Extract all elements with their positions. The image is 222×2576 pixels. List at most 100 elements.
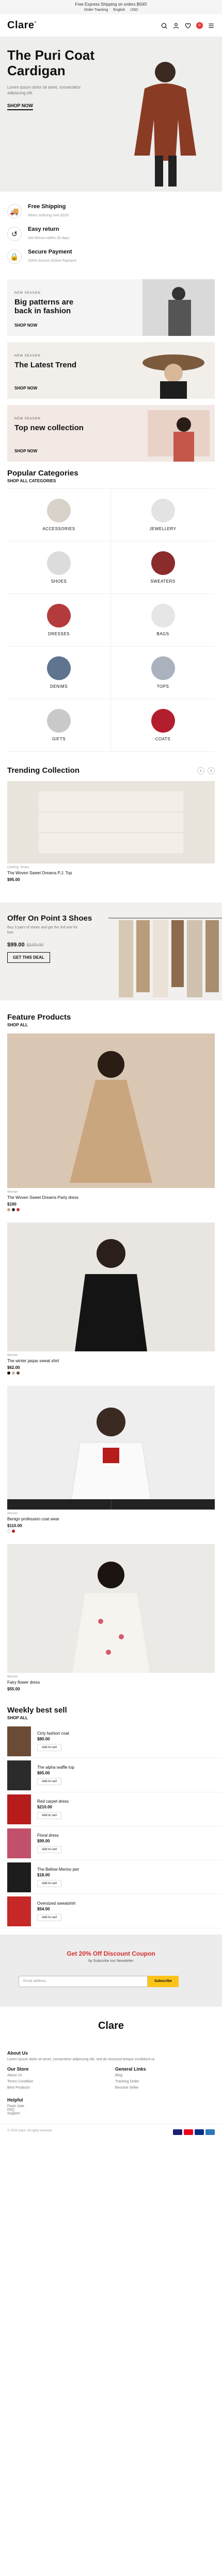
footer-link[interactable]: Blog — [115, 2074, 122, 2077]
footer-link[interactable]: Flash Sale — [7, 2105, 24, 2108]
product-name[interactable]: Benign profession coat wear — [7, 1516, 215, 1522]
category-bags[interactable]: BAGS — [111, 594, 215, 647]
product-quick-actions — [7, 1499, 215, 1510]
bestsell-item[interactable]: Red carpet dress $210.00 Add to cart — [0, 1792, 222, 1826]
footer-link[interactable]: Tracking Order — [115, 2080, 139, 2083]
announcement-text: Free Express Shipping on orders $500! — [75, 2, 147, 7]
footer-link[interactable]: Become Seller — [115, 2086, 139, 2090]
product-name[interactable]: The winter jasjas sweat shirt — [7, 1358, 215, 1364]
product-price: $54.00 — [37, 1907, 50, 1911]
product-name[interactable]: The Woven Sweet Dreams Party dress — [7, 1195, 215, 1200]
banner-tag: NEW SEASON — [14, 417, 41, 420]
product-image — [7, 781, 215, 863]
product-name[interactable]: The Woven Sweet Dreams P.J. Top — [7, 870, 215, 876]
category-dresses[interactable]: DRESSES — [7, 594, 111, 647]
banner-shop-now-link[interactable]: SHOP NOW — [14, 323, 37, 328]
product-name[interactable]: Cirty fashion coat — [37, 1731, 69, 1736]
footer-link[interactable]: Terms Condition — [7, 2080, 34, 2083]
promo-banner-collection[interactable]: NEW SEASON Top new collection SHOP NOW — [7, 405, 215, 462]
promo-banner-patterns[interactable]: NEW SEASON Big patterns are back in fash… — [7, 279, 215, 336]
color-swatches[interactable] — [7, 1530, 215, 1533]
newsletter-email-input[interactable]: Email address — [19, 1976, 148, 1987]
category-denims[interactable]: DENIMS — [7, 647, 111, 699]
bestsell-item[interactable]: The alpha waffle top $65.00 Add to cart — [0, 1758, 222, 1792]
feature-subtitle: 100% Secure Online Payment — [28, 259, 76, 263]
featured-product-card[interactable]: Women The winter jasjas sweat shirt $62.… — [0, 1223, 222, 1375]
subscribe-button[interactable]: Subscribe — [148, 1976, 179, 1987]
menu-icon[interactable] — [208, 22, 215, 29]
banner-shop-now-link[interactable]: SHOP NOW — [14, 449, 37, 453]
currency-selector[interactable]: USD — [130, 8, 138, 12]
add-to-cart-button[interactable]: Add to cart — [37, 1744, 62, 1751]
cart-count-badge[interactable]: 0 — [196, 22, 203, 29]
next-arrow-icon[interactable]: › — [208, 767, 215, 774]
product-category: Women — [7, 1354, 18, 1357]
visa-icon — [173, 2129, 182, 2135]
bestsell-item[interactable]: The Bellow Merino pwr $18.00 Add to cart — [0, 1860, 222, 1894]
language-selector[interactable]: English — [113, 8, 125, 12]
bestsell-item[interactable]: Floral dress $99.00 Add to cart — [0, 1826, 222, 1860]
product-name[interactable]: Red carpet dress — [37, 1799, 69, 1804]
category-jewellery[interactable]: JEWELLERY — [111, 489, 215, 541]
feature-list: 🚚 Free Shipping When ordering over $100 ↺… — [0, 192, 222, 273]
get-deal-button[interactable]: GET THIS DEAL — [7, 952, 50, 963]
category-sweaters[interactable]: SWEATERS — [111, 541, 215, 594]
bestsell-item[interactable]: Cirty fashion coat $80.00 Add to cart — [0, 1724, 222, 1758]
banner-title: Top new collection — [14, 423, 84, 432]
hero-title: The Puri Coat Cardigan — [7, 47, 95, 78]
featured-shop-all-link[interactable]: SHOP ALL — [0, 1022, 222, 1027]
banner-tag: NEW SEASON — [14, 354, 41, 358]
prev-arrow-icon[interactable]: ‹ — [197, 767, 204, 774]
trending-product-card[interactable]: Clothing, Shoes The Woven Sweet Dreams P… — [0, 781, 222, 882]
newsletter-subtitle: by Subscribe our Newsletter — [88, 1959, 134, 1963]
footer-link[interactable]: Best Products — [7, 2086, 30, 2090]
order-tracking-link[interactable]: Order Tracking — [84, 8, 108, 12]
banner-shop-now-link[interactable]: SHOP NOW — [14, 386, 37, 391]
footer-logo[interactable]: Clare — [0, 2007, 222, 2045]
hero-shop-now-button[interactable]: SHOP NOW — [7, 103, 33, 110]
banner-tag: NEW SEASON — [14, 292, 41, 295]
category-gifts[interactable]: GIFTS — [7, 699, 111, 752]
site-logo[interactable]: Clare° — [7, 20, 37, 31]
heart-icon[interactable] — [184, 22, 192, 29]
featured-product-card[interactable]: Women Benign profession coat wear $110.0… — [0, 1386, 222, 1533]
footer-link[interactable]: About Us — [7, 2074, 22, 2077]
product-name[interactable]: The alpha waffle top — [37, 1765, 74, 1770]
color-swatches[interactable] — [7, 1371, 215, 1375]
color-swatches[interactable] — [7, 1208, 215, 1211]
category-coats[interactable]: COATS — [111, 699, 215, 752]
product-name[interactable]: Floral dress — [37, 1833, 61, 1838]
add-to-cart-button[interactable]: Add to cart — [37, 1914, 62, 1921]
featured-product-card[interactable]: Women Fairy flower dress $55.00 — [0, 1544, 222, 1691]
quick-view-icon[interactable] — [7, 1499, 112, 1510]
product-name[interactable]: Fairy flower dress — [7, 1680, 215, 1685]
footer-link[interactable]: Support — [7, 2112, 20, 2115]
bestsell-shop-all-link[interactable]: SHOP ALL — [0, 1715, 222, 1720]
product-category: Women — [7, 1512, 18, 1515]
category-image — [151, 499, 175, 522]
shop-all-categories-link[interactable]: SHOP ALL CATEGORIES — [0, 478, 222, 483]
footer-col-title: Our Store — [7, 2066, 29, 2072]
bestsell-item[interactable]: Oversized sweatshirt $54.00 Add to cart — [0, 1894, 222, 1928]
category-accessories[interactable]: ACCESSORIES — [7, 489, 111, 541]
promo-banner-trend[interactable]: NEW SEASON The Latest Trend SHOP NOW — [7, 342, 215, 399]
add-to-cart-button[interactable]: Add to cart — [37, 1846, 62, 1853]
shoe-offer-section: Offer On Point 3 Shoes Buy 3 pairs of sh… — [0, 903, 222, 1001]
product-name[interactable]: Oversized sweatshirt — [37, 1901, 75, 1906]
add-to-cart-icon[interactable] — [112, 1499, 215, 1510]
add-to-cart-button[interactable]: Add to cart — [37, 1880, 62, 1887]
category-tops[interactable]: TOPS — [111, 647, 215, 699]
hero-description: Lorem ipsum dolor sit amet, consectetur … — [7, 85, 81, 95]
offer-price: $99.00 $109.00 — [7, 942, 44, 948]
add-to-cart-button[interactable]: Add to cart — [37, 1778, 62, 1785]
footer-link[interactable]: FAQ — [7, 2108, 14, 2112]
user-icon[interactable] — [172, 22, 180, 29]
offer-description: Buy 3 pairs of shoes and get the 3rd one… — [7, 926, 78, 935]
category-shoes[interactable]: SHOES — [7, 541, 111, 594]
product-name[interactable]: The Bellow Merino pwr — [37, 1867, 79, 1872]
category-image — [151, 709, 175, 733]
featured-product-card[interactable]: Women The Woven Sweet Dreams Party dress… — [0, 1033, 222, 1211]
add-to-cart-button[interactable]: Add to cart — [37, 1812, 62, 1819]
product-image — [7, 1760, 31, 1790]
search-icon[interactable] — [161, 22, 168, 29]
